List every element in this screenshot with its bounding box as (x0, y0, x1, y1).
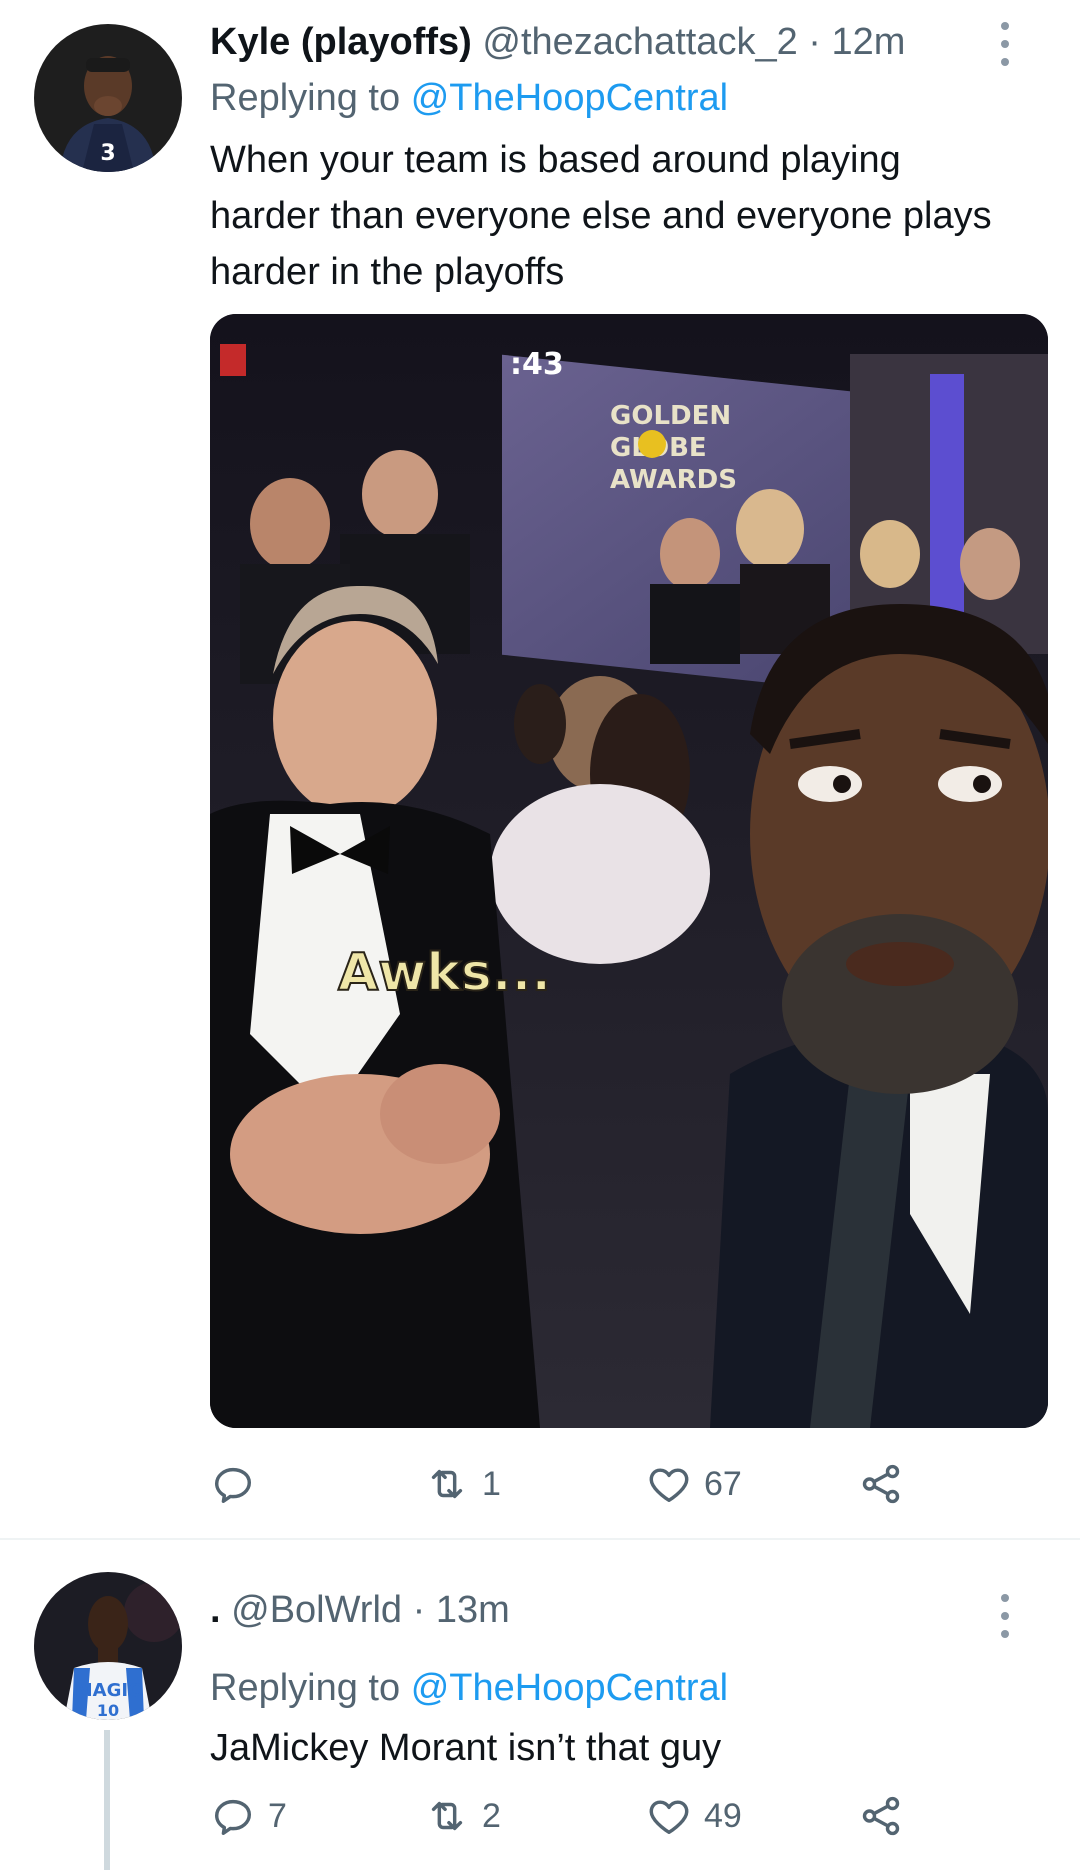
like-button[interactable]: 49 (646, 1786, 742, 1846)
more-vertical-icon[interactable] (990, 1594, 1020, 1638)
retweet-button[interactable]: 1 (424, 1454, 501, 1514)
tweet-text-line: harder in the playoffs (210, 251, 565, 293)
retweet-icon (431, 1801, 463, 1831)
tweet[interactable]: 3 Kyle (playoffs) @thezachattack_2 · 12m… (0, 0, 1080, 1540)
timestamp[interactable]: 13m (436, 1589, 510, 1631)
photo: :43 GOLDEN GLOBE AWARDS (210, 314, 1048, 1428)
tweet-text: JaMickey Morant isn’t that guy (210, 1720, 1040, 1776)
tweet-text-line: harder than everyone else and everyone p… (210, 195, 992, 237)
display-name[interactable]: . (210, 1589, 221, 1631)
svg-text:3: 3 (100, 141, 115, 166)
jersey-text: MAGIC (75, 1680, 142, 1701)
retweet-count: 1 (482, 1464, 501, 1503)
tweet-header: . @BolWrld · 13m (210, 1580, 990, 1640)
heart-icon (649, 1468, 689, 1503)
reply-icon (214, 1799, 252, 1835)
screen-logo-line: GOLDEN (610, 401, 731, 431)
separator-dot: · (808, 21, 821, 63)
screen-text: :43 (510, 347, 564, 382)
like-count: 67 (704, 1464, 742, 1503)
replying-to: Replying to @TheHoopCentral (210, 70, 728, 126)
retweet-count: 2 (482, 1796, 501, 1835)
mention-link[interactable]: @TheHoopCentral (411, 1667, 728, 1709)
heart-icon (649, 1800, 689, 1835)
thread-line (104, 1730, 110, 1870)
tweet-media-image[interactable]: :43 GOLDEN GLOBE AWARDS (210, 314, 1048, 1428)
screen-logo-line: AWARDS (610, 465, 737, 495)
retweet-icon (431, 1469, 463, 1499)
share-icon (862, 1796, 900, 1836)
user-handle[interactable]: @thezachattack_2 (482, 21, 797, 63)
share-button[interactable] (858, 1786, 904, 1846)
timestamp[interactable]: 12m (832, 21, 906, 63)
reply-button[interactable]: 7 (210, 1786, 287, 1846)
tweet-text-line: JaMickey Morant isn’t that guy (210, 1727, 722, 1769)
action-bar: 1 67 (210, 1454, 1040, 1514)
like-button[interactable]: 67 (646, 1454, 742, 1514)
avatar[interactable]: MAGIC 10 (34, 1572, 182, 1720)
reply-icon (214, 1467, 252, 1503)
tweet-text: When your team is based around playing h… (210, 132, 1040, 300)
share-icon (862, 1464, 900, 1504)
retweet-button[interactable]: 2 (424, 1786, 501, 1846)
action-bar: 7 2 49 (210, 1786, 1040, 1846)
more-vertical-icon[interactable] (990, 22, 1020, 66)
like-count: 49 (704, 1796, 742, 1835)
reply-count: 7 (268, 1796, 287, 1835)
share-button[interactable] (858, 1454, 904, 1514)
user-handle[interactable]: @BolWrld (231, 1589, 402, 1631)
separator-dot: · (412, 1589, 426, 1631)
jersey-number: 10 (97, 1701, 119, 1720)
mention-link[interactable]: @TheHoopCentral (411, 77, 728, 119)
avatar-image: MAGIC 10 (34, 1572, 182, 1720)
display-name[interactable]: Kyle (playoffs) (210, 21, 472, 63)
replying-to-label: Replying to (210, 1667, 401, 1709)
avatar[interactable]: 3 (34, 24, 182, 172)
tweet-text-line: When your team is based around playing (210, 139, 901, 181)
replying-to: Replying to @TheHoopCentral (210, 1660, 728, 1716)
tweet[interactable]: MAGIC 10 . @BolWrld · 13m Replying to @T… (0, 1540, 1080, 1870)
reply-button[interactable] (210, 1454, 268, 1514)
replying-to-label: Replying to (210, 77, 401, 119)
image-caption: Awks... (338, 943, 551, 1003)
tweet-header: Kyle (playoffs) @thezachattack_2 · 12m (210, 12, 990, 72)
avatar-image: 3 (34, 24, 182, 172)
